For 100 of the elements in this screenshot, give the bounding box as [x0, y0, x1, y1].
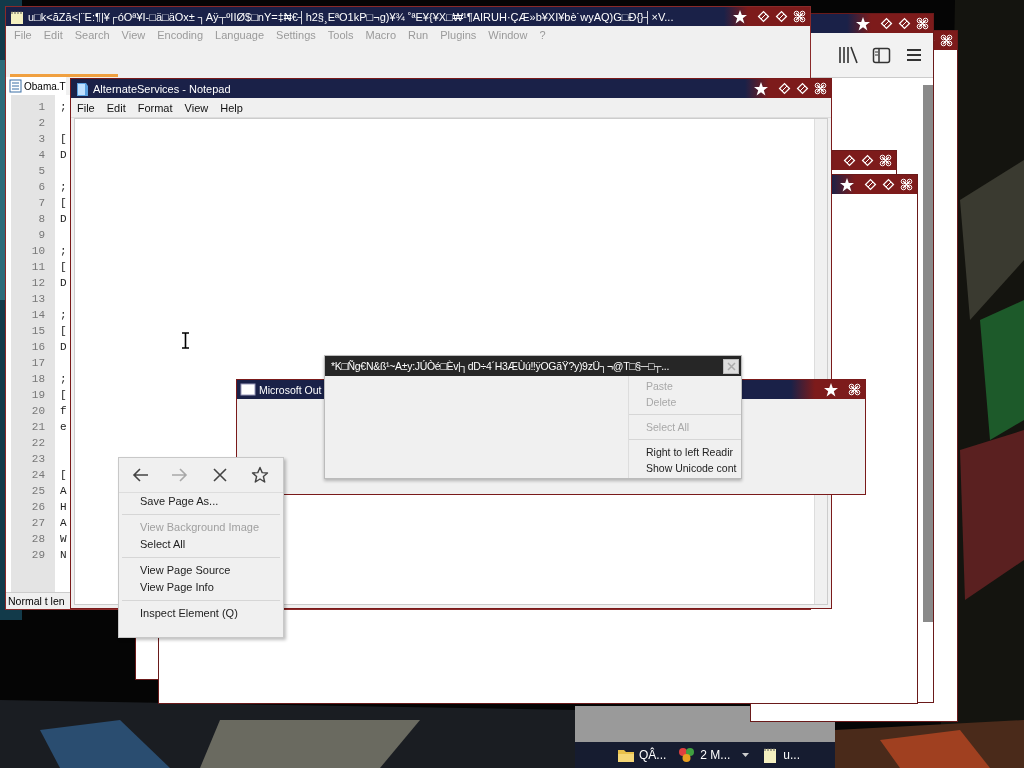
menu-item[interactable]: File	[71, 101, 101, 114]
star-icon	[733, 9, 747, 24]
code-line: ;	[60, 100, 67, 115]
file-icon	[9, 79, 22, 93]
line-number: 25	[30, 484, 45, 499]
library-icon[interactable]	[838, 45, 858, 65]
close-button[interactable]	[723, 358, 739, 374]
star-icon	[824, 382, 838, 397]
code-line: D	[60, 340, 67, 355]
line-number: 27	[30, 516, 45, 531]
sidebar-icon[interactable]	[872, 45, 891, 65]
line-number: 23	[30, 452, 45, 467]
code-line: [	[60, 468, 67, 483]
menu-icon[interactable]	[905, 46, 923, 64]
menu-item[interactable]: Select All	[119, 536, 283, 553]
menu-item[interactable]: Help	[214, 101, 249, 114]
line-number: 19	[30, 388, 45, 403]
line-number: 2	[37, 116, 45, 131]
taskbar-button[interactable]: u...	[761, 746, 801, 764]
menu-item[interactable]: Macro	[359, 29, 403, 41]
code-line: A	[60, 484, 67, 499]
line-number: 16	[30, 340, 45, 355]
code-line: f	[60, 404, 67, 419]
code-line: D	[60, 276, 67, 291]
menu-item[interactable]: File	[8, 29, 38, 41]
code-line: H	[60, 500, 67, 515]
line-number: 18	[30, 372, 45, 387]
code-line: D	[60, 148, 67, 163]
taskbar-button[interactable]: 2 M...	[678, 746, 750, 764]
code-line: [	[60, 388, 67, 403]
line-number: 28	[30, 532, 45, 547]
line-number: 13	[30, 292, 45, 307]
code-line: [	[60, 324, 67, 339]
code-line: e	[60, 420, 67, 435]
menu-item[interactable]: View Page Info	[119, 579, 283, 596]
line-number: 3	[37, 132, 45, 147]
menu-item[interactable]: Right to left Readir	[629, 444, 741, 460]
code-line: D	[60, 212, 67, 227]
line-number: 17	[30, 356, 45, 371]
line-number: 9	[37, 228, 45, 243]
code-line: ;	[60, 180, 67, 195]
code-line: [	[60, 132, 67, 147]
menu-item[interactable]: Encoding	[151, 29, 210, 41]
window-title: AlternateServices - Notepad	[92, 82, 231, 95]
menu-item[interactable]: Edit	[100, 101, 132, 114]
code-line: W	[60, 532, 67, 547]
code-line: N	[60, 548, 67, 563]
menu-item[interactable]: Edit	[37, 29, 69, 41]
line-number: 11	[30, 260, 45, 275]
bookmark-button[interactable]	[249, 464, 271, 486]
menu-item[interactable]: Show Unicode cont	[629, 460, 741, 476]
text-cursor-icon	[181, 332, 190, 349]
code-line: [	[60, 260, 67, 275]
code-line: ;	[60, 244, 67, 259]
window-title: u□k<ăZă<|¨E:¶|¥┌óOª¥I-□ä□äOx± ┐Aÿ┬ºIIØ$□nY=‡₦€┤h2§¸EªO1kP□¬g)¥¾ ˚ªE¥{¥X□₩¹¶AIRUH·ÇÆ»b¥XI¥bè˙wyAQ)G□Đ{}┤×V...	[27, 10, 674, 23]
menu-item[interactable]: Language	[209, 29, 271, 41]
line-number: 12	[30, 276, 45, 291]
line-number: 26	[30, 500, 45, 515]
taskbar-button[interactable]: QÂ...	[617, 746, 667, 764]
star-icon	[856, 16, 870, 31]
menu-item[interactable]: Save Page As...	[119, 493, 283, 510]
menu-item[interactable]: ?	[533, 29, 552, 41]
line-number: 20	[30, 404, 45, 419]
file-tab[interactable]: Obama.T	[6, 77, 66, 95]
menu-item[interactable]: Search	[68, 29, 116, 41]
menu-item[interactable]: Tools	[321, 29, 360, 41]
star-icon	[754, 81, 768, 96]
menu-item[interactable]: View Page Source	[119, 562, 283, 579]
menu-item[interactable]: Run	[402, 29, 435, 41]
line-number: 8	[37, 212, 45, 227]
menu-item[interactable]: View	[115, 29, 152, 41]
line-number: 22	[30, 436, 45, 451]
menu-item[interactable]: Window	[482, 29, 534, 41]
colored-dots-icon	[678, 746, 697, 764]
menu-item[interactable]: Format	[131, 101, 179, 114]
menu-item[interactable]: View	[178, 101, 215, 114]
line-number: 4	[37, 148, 45, 163]
line-number: 21	[30, 420, 45, 435]
code-line: ;	[60, 372, 67, 387]
menu-item[interactable]: Settings	[270, 29, 322, 41]
line-number: 5	[37, 164, 45, 179]
line-number: 1	[37, 100, 45, 115]
notepad-icon	[9, 8, 25, 25]
window-title: Microsoft Out	[258, 383, 322, 396]
menu-item[interactable]: Plugins	[434, 29, 483, 41]
star-icon	[840, 177, 854, 192]
code-line: A	[60, 516, 67, 531]
window-icon	[240, 382, 256, 397]
code-line: [	[60, 196, 67, 211]
notepad-icon	[74, 80, 90, 97]
line-number: 6	[37, 180, 45, 195]
scrollbar[interactable]	[923, 85, 933, 622]
line-number: 15	[30, 324, 45, 339]
line-number: 24	[30, 468, 45, 483]
code-line: ;	[60, 308, 67, 323]
line-number: 10	[30, 244, 45, 259]
line-number: 14	[30, 308, 45, 323]
line-number: 29	[30, 548, 45, 563]
line-number: 7	[37, 196, 45, 211]
menu-item[interactable]: Inspect Element (Q)	[119, 605, 283, 622]
